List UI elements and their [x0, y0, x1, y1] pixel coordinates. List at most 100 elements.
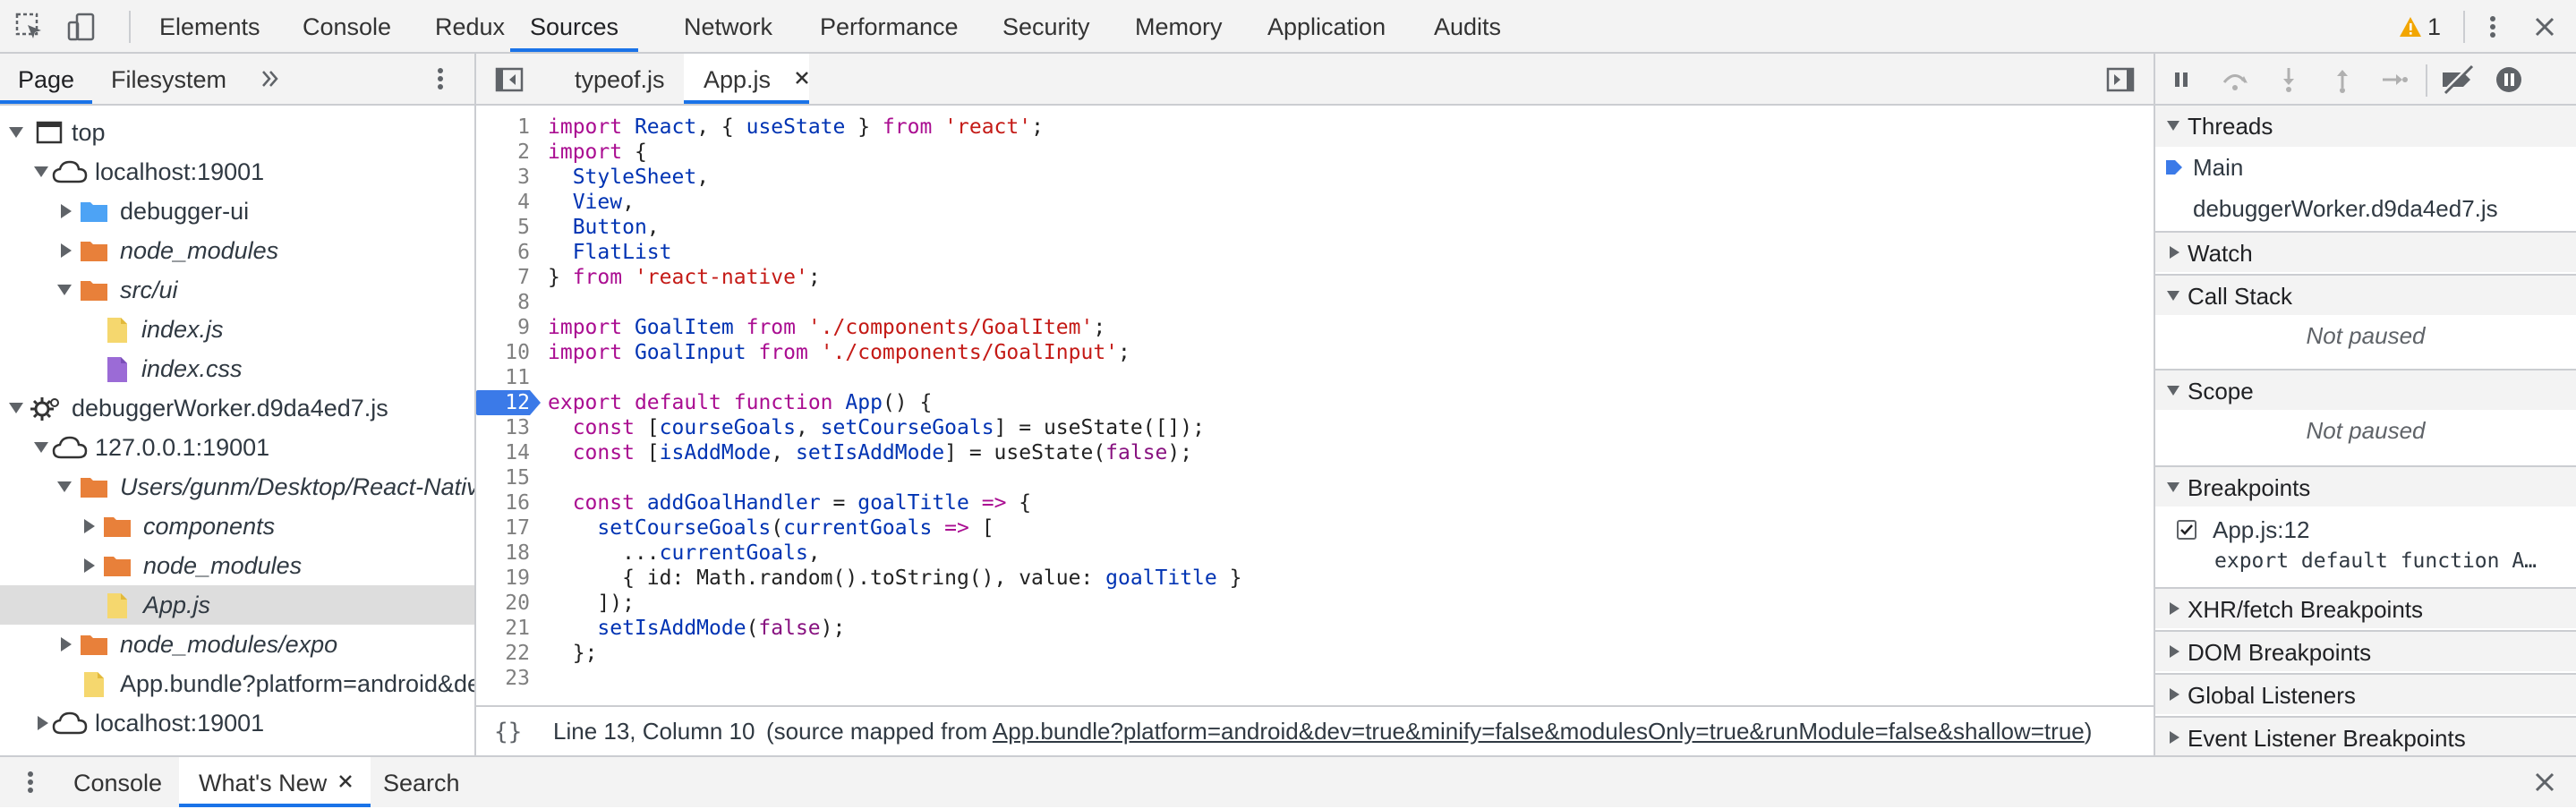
- breakpoints-section-header[interactable]: Breakpoints: [2155, 465, 2576, 507]
- tree-item-top[interactable]: top: [0, 113, 474, 152]
- line-number[interactable]: 9: [476, 315, 530, 340]
- tree-item-debugger-ui[interactable]: debugger-ui: [0, 192, 474, 231]
- drawer-tab-whats-new[interactable]: What's New: [179, 757, 371, 807]
- line-number[interactable]: 15: [476, 465, 530, 490]
- thread-item-main[interactable]: Main: [2155, 147, 2576, 188]
- pretty-print-icon[interactable]: {}: [492, 707, 523, 755]
- line-number[interactable]: 20: [476, 591, 530, 616]
- tab-application[interactable]: Application: [1267, 0, 1386, 52]
- line-number[interactable]: 23: [476, 666, 530, 691]
- drawer-tab-console[interactable]: Console: [54, 757, 182, 807]
- tab-sources[interactable]: Sources: [510, 0, 639, 52]
- xhr-breakpoints-section-header[interactable]: XHR/fetch Breakpoints: [2155, 587, 2576, 628]
- threads-section-header[interactable]: Threads: [2155, 106, 2576, 147]
- tree-item-localhost-2[interactable]: localhost:19001: [0, 703, 474, 743]
- code-area[interactable]: 1 import React, { useState } from 'react'…: [476, 115, 2154, 705]
- close-tab-icon[interactable]: [337, 757, 356, 807]
- global-listeners-section-header[interactable]: Global Listeners: [2155, 673, 2576, 714]
- line-number[interactable]: 5: [476, 215, 530, 240]
- device-toolbar-icon[interactable]: [66, 12, 97, 42]
- code-text: import GoalItem from './components/GoalI…: [548, 316, 1106, 339]
- section-title: XHR/fetch Breakpoints: [2188, 596, 2424, 623]
- tree-item-src-ui[interactable]: src/ui: [0, 270, 474, 310]
- line-number[interactable]: 4: [476, 190, 530, 215]
- line-number[interactable]: 3: [476, 165, 530, 190]
- editor-status-bar: {} Line 13, Column 10 (source mapped fro…: [476, 705, 2154, 755]
- source-map-link[interactable]: App.bundle?platform=android&dev=true&min…: [993, 718, 2085, 745]
- line-number[interactable]: 21: [476, 616, 530, 641]
- inspect-element-icon[interactable]: [14, 12, 45, 42]
- line-number[interactable]: 10: [476, 340, 530, 365]
- cloud-icon: [52, 436, 88, 459]
- tree-item-index-css[interactable]: index.css: [0, 349, 474, 388]
- line-number[interactable]: 16: [476, 490, 530, 515]
- tab-console[interactable]: Console: [303, 0, 391, 52]
- watch-section-header[interactable]: Watch: [2155, 231, 2576, 272]
- step-into-icon[interactable]: [2273, 64, 2304, 95]
- warnings-counter[interactable]: 1: [2399, 0, 2441, 54]
- line-number[interactable]: 22: [476, 641, 530, 666]
- line-number[interactable]: 19: [476, 566, 530, 591]
- code-line-breakpoint: 12 export default function App() {: [476, 390, 2154, 415]
- toggle-navigator-icon[interactable]: [494, 64, 525, 95]
- thread-item-worker[interactable]: debuggerWorker.d9da4ed7.js: [2155, 188, 2576, 229]
- tree-item-app-bundle[interactable]: App.bundle?platform=android&de: [0, 664, 474, 703]
- line-number[interactable]: 14: [476, 440, 530, 465]
- scope-section-header[interactable]: Scope: [2155, 369, 2576, 410]
- tab-audits[interactable]: Audits: [1434, 0, 1501, 52]
- tab-app-js[interactable]: App.js: [684, 54, 809, 104]
- breakpoint-item[interactable]: App.js:12: [2155, 514, 2576, 546]
- tree-item-index-js[interactable]: index.js: [0, 310, 474, 349]
- line-number[interactable]: 13: [476, 415, 530, 440]
- tree-item-components[interactable]: components: [0, 507, 474, 546]
- close-devtools-icon[interactable]: [2529, 12, 2560, 42]
- call-stack-section-header[interactable]: Call Stack: [2155, 274, 2576, 315]
- step-icon[interactable]: [2379, 64, 2410, 95]
- toolbar-divider: [129, 11, 131, 43]
- tree-item-node-modules-expo[interactable]: node_modules/expo: [0, 625, 474, 664]
- tree-item-localhost[interactable]: localhost:19001: [0, 152, 474, 192]
- pause-icon[interactable]: [2166, 64, 2196, 95]
- drawer-menu-icon[interactable]: [20, 757, 41, 807]
- tab-network[interactable]: Network: [684, 0, 772, 52]
- navigator-menu-icon[interactable]: [430, 54, 451, 104]
- line-number[interactable]: 2: [476, 140, 530, 165]
- close-drawer-icon[interactable]: [2529, 757, 2560, 807]
- line-number[interactable]: 1: [476, 115, 530, 140]
- step-out-icon[interactable]: [2327, 64, 2358, 95]
- breakpoint-marker[interactable]: 12: [476, 390, 541, 415]
- tree-item-127-host[interactable]: 127.0.0.1:19001: [0, 428, 474, 467]
- tree-item-project-folder[interactable]: Users/gunm/Desktop/React-Nativ: [0, 467, 474, 507]
- pause-on-exceptions-icon[interactable]: [2494, 64, 2524, 95]
- tab-filesystem[interactable]: Filesystem: [111, 54, 226, 104]
- tab-performance[interactable]: Performance: [820, 0, 959, 52]
- breakpoint-checkbox[interactable]: [2177, 520, 2196, 540]
- tab-security[interactable]: Security: [1002, 0, 1090, 52]
- code-text: { id: Math.random().toString(), value: g…: [548, 566, 1242, 590]
- tab-typeof-js[interactable]: typeof.js: [550, 54, 690, 104]
- tab-page[interactable]: Page: [0, 54, 93, 104]
- deactivate-breakpoints-icon[interactable]: [2440, 64, 2474, 95]
- line-number[interactable]: 18: [476, 541, 530, 566]
- tree-item-app-js[interactable]: App.js: [0, 585, 474, 625]
- drawer-tab-search[interactable]: Search: [383, 757, 460, 807]
- close-tab-icon[interactable]: [793, 54, 813, 104]
- step-over-icon[interactable]: [2220, 64, 2250, 95]
- more-tabs-chevron-icon[interactable]: [260, 54, 281, 104]
- tab-elements[interactable]: Elements: [159, 0, 260, 52]
- kebab-menu-icon[interactable]: [2478, 12, 2508, 42]
- tab-memory[interactable]: Memory: [1135, 0, 1223, 52]
- dom-breakpoints-section-header[interactable]: DOM Breakpoints: [2155, 630, 2576, 671]
- tab-redux[interactable]: Redux: [435, 0, 505, 52]
- tree-item-debugger-worker[interactable]: debuggerWorker.d9da4ed7.js: [0, 388, 474, 428]
- tree-item-label: components: [143, 513, 276, 540]
- toggle-debugger-icon[interactable]: [2105, 64, 2136, 95]
- event-listener-breakpoints-section-header[interactable]: Event Listener Breakpoints: [2155, 716, 2576, 755]
- tree-item-node-modules-2[interactable]: node_modules: [0, 546, 474, 585]
- line-number[interactable]: 17: [476, 515, 530, 541]
- line-number[interactable]: 11: [476, 365, 530, 390]
- line-number[interactable]: 6: [476, 240, 530, 265]
- line-number[interactable]: 7: [476, 265, 530, 290]
- tree-item-node-modules[interactable]: node_modules: [0, 231, 474, 270]
- line-number[interactable]: 8: [476, 290, 530, 315]
